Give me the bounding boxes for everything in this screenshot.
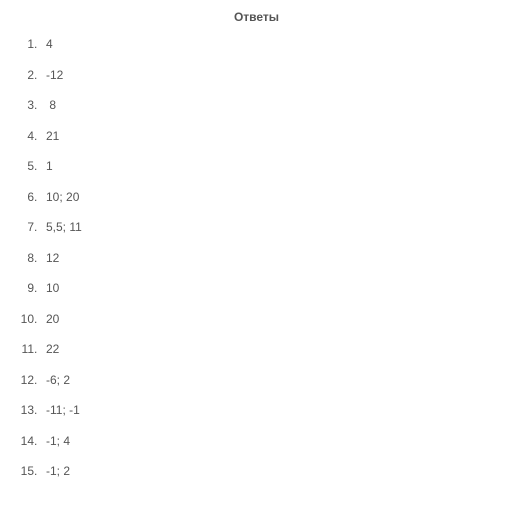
- answer-number: 15: [14, 465, 34, 477]
- answers-heading: Ответы: [0, 0, 513, 38]
- answer-dot: .: [34, 343, 46, 355]
- answer-value: 21: [46, 130, 59, 142]
- answer-number: 12: [14, 374, 34, 386]
- answer-dot: .: [34, 435, 46, 447]
- answer-dot: .: [34, 404, 46, 416]
- answer-number: 2: [14, 69, 34, 81]
- answer-dot: .: [34, 69, 46, 81]
- answer-row: 2 . -12: [14, 69, 513, 81]
- answer-dot: .: [34, 160, 46, 172]
- answer-value: -11; -1: [46, 404, 80, 416]
- answer-row: 8 . 12: [14, 252, 513, 264]
- answer-number: 13: [14, 404, 34, 416]
- answer-value: -1; 2: [46, 465, 70, 477]
- answer-dot: .: [34, 252, 46, 264]
- answer-number: 3: [14, 99, 34, 111]
- answer-number: 9: [14, 282, 34, 294]
- answer-dot: .: [34, 221, 46, 233]
- answer-value: 1: [46, 160, 53, 172]
- answer-value: -12: [46, 69, 63, 81]
- answer-value: 5,5; 11: [46, 221, 82, 233]
- answer-number: 7: [14, 221, 34, 233]
- answer-value: 12: [46, 252, 59, 264]
- answer-row: 7 . 5,5; 11: [14, 221, 513, 233]
- answer-value: 22: [46, 343, 59, 355]
- answer-row: 14 . -1; 4: [14, 435, 513, 447]
- answer-value: 10; 20: [46, 191, 79, 203]
- answer-row: 9 . 10: [14, 282, 513, 294]
- answer-number: 10: [14, 313, 34, 325]
- answer-row: 15 . -1; 2: [14, 465, 513, 477]
- answer-dot: .: [34, 99, 46, 111]
- answer-value: 10: [46, 282, 59, 294]
- answer-row: 5 . 1: [14, 160, 513, 172]
- answer-row: 11 . 22: [14, 343, 513, 355]
- answer-row: 10 . 20: [14, 313, 513, 325]
- answer-row: 4 . 21: [14, 130, 513, 142]
- answer-value: 4: [46, 38, 53, 50]
- answer-dot: .: [34, 313, 46, 325]
- answer-dot: .: [34, 465, 46, 477]
- answer-number: 4: [14, 130, 34, 142]
- answer-number: 11: [14, 343, 34, 355]
- answers-list: 1 . 4 2 . -12 3 . 8 4 . 21 5 . 1 6 . 10;…: [0, 38, 513, 477]
- answer-dot: .: [34, 191, 46, 203]
- answer-dot: .: [34, 130, 46, 142]
- answer-dot: .: [34, 374, 46, 386]
- answer-number: 14: [14, 435, 34, 447]
- answer-row: 6 . 10; 20: [14, 191, 513, 203]
- answer-row: 3 . 8: [14, 99, 513, 111]
- answer-number: 6: [14, 191, 34, 203]
- answer-dot: .: [34, 38, 46, 50]
- answer-value: 20: [46, 313, 59, 325]
- answer-number: 8: [14, 252, 34, 264]
- answer-number: 1: [14, 38, 34, 50]
- answer-value: -1; 4: [46, 435, 70, 447]
- answer-row: 1 . 4: [14, 38, 513, 50]
- answer-number: 5: [14, 160, 34, 172]
- answer-dot: .: [34, 282, 46, 294]
- answer-value: -6; 2: [46, 374, 70, 386]
- answer-row: 12 . -6; 2: [14, 374, 513, 386]
- answer-value: 8: [46, 99, 56, 111]
- answer-row: 13 . -11; -1: [14, 404, 513, 416]
